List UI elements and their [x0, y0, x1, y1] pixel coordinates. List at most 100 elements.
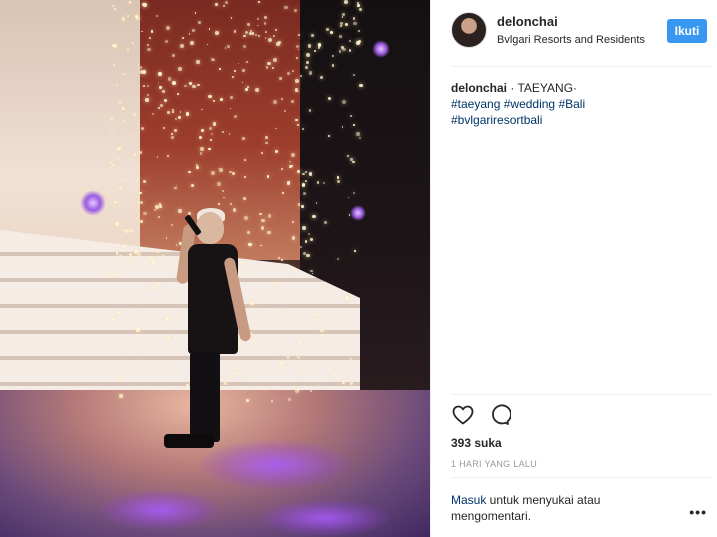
- sparkle: [296, 124, 299, 126]
- sparkle: [287, 398, 291, 401]
- sparkle: [308, 70, 313, 75]
- sparkle: [329, 30, 333, 34]
- sparkle: [300, 75, 302, 77]
- floor-light-spot: [100, 490, 220, 530]
- login-link[interactable]: Masuk: [451, 493, 486, 507]
- sparkle: [352, 160, 355, 164]
- sparkle: [265, 66, 269, 69]
- sparkle: [277, 256, 280, 260]
- hashtag-link[interactable]: #wedding: [504, 97, 555, 111]
- sparkle: [284, 5, 288, 10]
- sparkle: [241, 137, 245, 141]
- hashtag-link[interactable]: #taeyang: [451, 97, 500, 111]
- sparkle: [141, 126, 145, 130]
- sparkle: [248, 32, 252, 35]
- sparkle: [303, 191, 307, 195]
- divider: [451, 394, 713, 395]
- sparkle: [196, 163, 198, 166]
- sparkle: [286, 71, 290, 75]
- sparkle: [291, 153, 295, 157]
- post-caption: delonchai · TAEYANG· #taeyang #wedding #…: [451, 80, 691, 128]
- sparkle: [139, 191, 142, 195]
- like-count[interactable]: 393 suka: [451, 436, 502, 450]
- heart-icon[interactable]: [451, 403, 475, 427]
- sparkle: [297, 170, 300, 173]
- sparkle: [149, 36, 152, 39]
- sparkle: [200, 147, 204, 151]
- sparkle: [290, 267, 293, 270]
- sparkle: [192, 29, 195, 32]
- sparkle: [327, 97, 331, 101]
- sparkle: [357, 4, 360, 7]
- sparkle: [214, 3, 218, 6]
- sparkle: [144, 327, 147, 330]
- sparkle: [114, 222, 119, 227]
- sparkle: [198, 135, 202, 139]
- sparkle: [260, 218, 265, 223]
- floor-light-spot: [260, 500, 390, 536]
- avatar[interactable]: [451, 12, 487, 48]
- sparkle: [347, 154, 350, 157]
- sparkle: [196, 60, 200, 64]
- sparkle: [117, 146, 121, 150]
- more-options-icon[interactable]: •••: [689, 504, 707, 520]
- follow-button[interactable]: Ikuti: [667, 19, 707, 43]
- sparkle: [279, 361, 284, 365]
- sparkle: [261, 152, 263, 154]
- sparkle: [183, 84, 187, 88]
- post-photo[interactable]: [0, 0, 430, 537]
- caption-text: · TAEYANG·: [507, 81, 578, 95]
- location-link[interactable]: Bvlgari Resorts and Residents: [497, 34, 645, 46]
- hashtag-link[interactable]: #Bali: [558, 97, 585, 111]
- sparkle: [212, 58, 216, 61]
- sparkle: [155, 283, 159, 288]
- sparkle: [307, 44, 312, 48]
- sparkle: [295, 79, 299, 84]
- sparkle: [119, 187, 122, 190]
- sparkle: [221, 189, 225, 192]
- sparkle: [196, 166, 199, 169]
- post-actions: [451, 403, 511, 431]
- sparkle: [274, 281, 278, 285]
- post-timestamp: 1 HARI YANG LALU: [451, 459, 537, 469]
- sparkle: [158, 107, 160, 109]
- hashtag-link[interactable]: #bvlgariresortbali: [451, 113, 542, 127]
- sparkle: [267, 61, 271, 65]
- sparkle: [286, 181, 290, 185]
- sparkle: [298, 33, 301, 36]
- sparkle: [353, 124, 355, 127]
- sparkle: [115, 252, 119, 255]
- stage-light: [80, 190, 106, 216]
- username-link[interactable]: delonchai: [497, 14, 558, 29]
- sparkle: [345, 296, 349, 301]
- sparkle: [276, 42, 280, 46]
- sparkle: [255, 88, 259, 93]
- sparkle: [137, 252, 141, 256]
- sparkle: [233, 30, 237, 33]
- sparkle: [197, 83, 200, 87]
- sparkle: [138, 150, 142, 154]
- sparkle: [129, 228, 133, 232]
- sparkle: [163, 98, 167, 102]
- sparkle: [339, 50, 342, 53]
- instagram-post: delonchai Bvlgari Resorts and Residents …: [0, 0, 717, 537]
- sparkle: [136, 327, 140, 332]
- sparkle: [150, 256, 153, 260]
- sparkle: [171, 53, 175, 57]
- sparkle: [349, 382, 353, 386]
- sparkle: [332, 372, 336, 377]
- comment-icon[interactable]: [487, 403, 511, 427]
- sparkle: [132, 135, 135, 138]
- caption-username[interactable]: delonchai: [451, 81, 507, 95]
- sparkle: [281, 191, 284, 194]
- sparkle: [301, 226, 306, 230]
- sparkle: [297, 339, 302, 344]
- sparkle: [341, 13, 345, 17]
- sparkle: [210, 132, 213, 135]
- sparkle: [165, 26, 170, 30]
- sparkle: [271, 399, 273, 402]
- divider: [451, 477, 713, 478]
- sparkle: [118, 101, 121, 104]
- sparkle: [281, 98, 283, 100]
- sparkle: [257, 24, 259, 27]
